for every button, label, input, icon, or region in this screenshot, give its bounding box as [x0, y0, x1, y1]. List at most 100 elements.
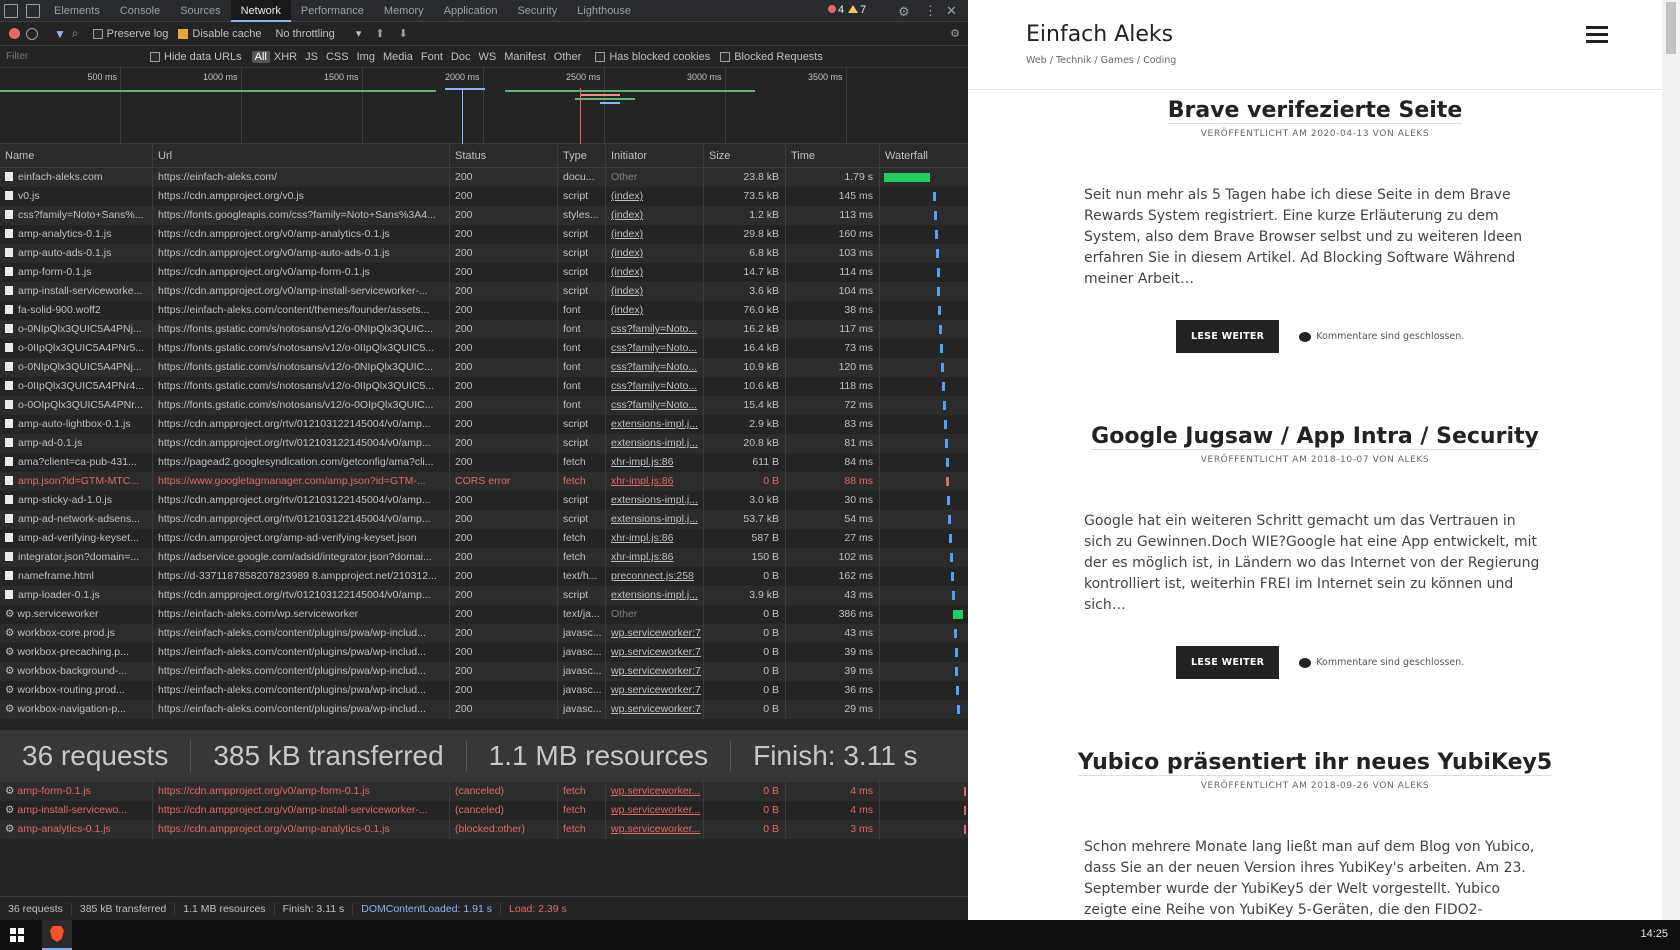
cell-init[interactable]: (index): [606, 301, 704, 320]
request-row[interactable]: css?family=Noto+Sans%... https://fonts.go…: [0, 206, 968, 225]
cell-init[interactable]: extensions-impl.j...: [606, 491, 704, 510]
cell-init[interactable]: css?family=Noto...: [606, 320, 704, 339]
request-row[interactable]: o-0NIpQlx3QUIC5A4PNj... https://fonts.gst…: [0, 358, 968, 377]
requests-table-body[interactable]: einfach-aleks.com https://einfach-aleks.c…: [0, 168, 968, 728]
windows-start-icon[interactable]: [10, 928, 24, 942]
request-row[interactable]: o-0OIpQlx3QUIC5A4PNr... https://fonts.gst…: [0, 396, 968, 415]
request-row[interactable]: nameframe.html https://d-3371187858207823…: [0, 567, 968, 586]
filter-type-all[interactable]: All: [251, 50, 270, 63]
cell-init[interactable]: wp.serviceworker:7: [606, 681, 704, 700]
request-row[interactable]: ⚙ workbox-precaching.p... https://einfach-…: [0, 643, 968, 662]
column-header-name[interactable]: Name: [0, 144, 153, 167]
tab-memory[interactable]: Memory: [374, 0, 434, 22]
tab-elements[interactable]: Elements: [44, 0, 110, 22]
settings-gear-icon[interactable]: ⚙: [898, 4, 910, 20]
throttling-select[interactable]: No throttling ▾: [275, 27, 361, 40]
column-header-size[interactable]: Size: [704, 144, 786, 167]
site-title[interactable]: Einfach Aleks: [1026, 22, 1173, 47]
request-row[interactable]: amp-auto-lightbox-0.1.js https://cdn.ampp…: [0, 415, 968, 434]
post-title-text[interactable]: Google Jugsaw / App Intra / Security: [1091, 424, 1539, 450]
more-options-icon[interactable]: ⋮: [924, 3, 937, 19]
request-row[interactable]: ⚙ wp.serviceworker https://einfach-aleks.c…: [0, 605, 968, 624]
import-har-icon[interactable]: ⬆: [375, 27, 384, 40]
cell-init[interactable]: (index): [606, 282, 704, 301]
has-blocked-cookies-checkbox[interactable]: [595, 51, 606, 62]
cell-init[interactable]: xhr-impl.js:86: [606, 548, 704, 567]
request-row[interactable]: amp-ad-0.1.js https://cdn.ampproject.org/…: [0, 434, 968, 453]
tab-network[interactable]: Network: [230, 0, 291, 22]
read-more-button[interactable]: LESE WEITER: [1176, 646, 1280, 679]
scrollbar-thumb[interactable]: [1666, 2, 1676, 54]
cell-init[interactable]: wp.serviceworker:7: [606, 700, 704, 719]
export-har-icon[interactable]: ⬇: [399, 27, 408, 40]
tab-performance[interactable]: Performance: [291, 0, 374, 22]
preserve-log-checkbox[interactable]: [92, 28, 103, 39]
cell-init[interactable]: css?family=Noto...: [606, 377, 704, 396]
request-row[interactable]: o-0IIpQlx3QUIC5A4PNr4... https://fonts.gs…: [0, 377, 968, 396]
column-header-waterfall[interactable]: Waterfall: [880, 144, 968, 167]
cell-init[interactable]: css?family=Noto...: [606, 358, 704, 377]
cell-init[interactable]: (index): [606, 244, 704, 263]
cell-init[interactable]: wp.serviceworker:7: [606, 643, 704, 662]
request-row[interactable]: ⚙ amp-form-0.1.js https://cdn.ampproject.o…: [0, 782, 968, 801]
request-row[interactable]: ⚙ workbox-background-... https://einfach-a…: [0, 662, 968, 681]
column-header-url[interactable]: Url: [153, 144, 450, 167]
request-row[interactable]: amp-ad-network-adsens... https://cdn.ampp…: [0, 510, 968, 529]
column-header-type[interactable]: Type: [558, 144, 606, 167]
close-devtools-icon[interactable]: ✕: [946, 3, 957, 19]
request-row[interactable]: ⚙ amp-install-servicewo... https://cdn.amp…: [0, 801, 968, 820]
cell-init[interactable]: Other: [606, 605, 704, 624]
column-header-time[interactable]: Time: [786, 144, 880, 167]
request-row[interactable]: amp-install-serviceworke... https://cdn.a…: [0, 282, 968, 301]
cell-init[interactable]: preconnect.js:258: [606, 567, 704, 586]
filter-type-ws[interactable]: WS: [474, 51, 500, 63]
cell-init[interactable]: wp.serviceworker...: [606, 782, 704, 801]
read-more-button[interactable]: LESE WEITER: [1176, 320, 1280, 353]
filter-type-manifest[interactable]: Manifest: [500, 51, 550, 63]
hide-data-urls-checkbox[interactable]: [150, 51, 160, 62]
tab-sources[interactable]: Sources: [170, 0, 230, 22]
search-icon[interactable]: ⌕: [72, 26, 79, 41]
issues-badge[interactable]: 47: [828, 4, 866, 16]
filter-type-font[interactable]: Font: [417, 51, 447, 63]
request-row[interactable]: ⚙ workbox-core.prod.js https://einfach-ale…: [0, 624, 968, 643]
cell-init[interactable]: extensions-impl.j...: [606, 510, 704, 529]
request-row[interactable]: fa-solid-900.woff2 https://einfach-aleks.…: [0, 301, 968, 320]
post-title[interactable]: Brave verifezierte Seite: [968, 98, 1662, 124]
cell-init[interactable]: wp.serviceworker...: [606, 801, 704, 820]
page-scrollbar[interactable]: [1662, 0, 1680, 920]
post-title-text[interactable]: Brave verifezierte Seite: [1167, 98, 1463, 124]
network-settings-icon[interactable]: ⚙: [950, 27, 960, 40]
filter-type-js[interactable]: JS: [301, 51, 322, 63]
post-title-text[interactable]: Yubico präsentiert ihr neues YubiKey5: [1077, 750, 1553, 776]
taskbar-clock[interactable]: 14:25: [1640, 928, 1668, 940]
cell-init[interactable]: extensions-impl.j...: [606, 434, 704, 453]
filter-funnel-icon[interactable]: ▼: [54, 27, 66, 41]
request-row[interactable]: einfach-aleks.com https://einfach-aleks.c…: [0, 168, 968, 187]
cell-init[interactable]: (index): [606, 263, 704, 282]
request-row[interactable]: amp-analytics-0.1.js https://cdn.ampproje…: [0, 225, 968, 244]
cell-init[interactable]: css?family=Noto...: [606, 396, 704, 415]
post-title[interactable]: Yubico präsentiert ihr neues YubiKey5: [968, 750, 1662, 776]
request-row[interactable]: amp-form-0.1.js https://cdn.ampproject.or…: [0, 263, 968, 282]
cell-init[interactable]: Other: [606, 168, 704, 187]
disable-cache-checkbox[interactable]: [178, 28, 189, 39]
blocked-requests-checkbox[interactable]: [720, 51, 731, 62]
cell-init[interactable]: (index): [606, 187, 704, 206]
request-row[interactable]: v0.js https://cdn.ampproject.org/v0.js 200…: [0, 187, 968, 206]
cell-init[interactable]: wp.serviceworker...: [606, 820, 704, 839]
cell-init[interactable]: extensions-impl.j...: [606, 415, 704, 434]
cell-init[interactable]: xhr-impl.js:86: [606, 453, 704, 472]
column-header-initiator[interactable]: Initiator: [606, 144, 704, 167]
request-row[interactable]: o-0NIpQlx3QUIC5A4PNj... https://fonts.gst…: [0, 320, 968, 339]
cell-init[interactable]: (index): [606, 225, 704, 244]
inspect-element-icon[interactable]: [4, 3, 18, 18]
column-header-status[interactable]: Status: [450, 144, 558, 167]
request-row[interactable]: ⚙ workbox-navigation-p... https://einfach-…: [0, 700, 968, 719]
tab-application[interactable]: Application: [434, 0, 508, 22]
clear-icon[interactable]: [26, 27, 38, 40]
tab-security[interactable]: Security: [507, 0, 567, 22]
requests-table-body-lower[interactable]: ⚙ amp-form-0.1.js https://cdn.ampproject.o…: [0, 782, 968, 839]
filter-type-css[interactable]: CSS: [322, 51, 353, 63]
brave-taskbar-button[interactable]: [42, 920, 72, 950]
